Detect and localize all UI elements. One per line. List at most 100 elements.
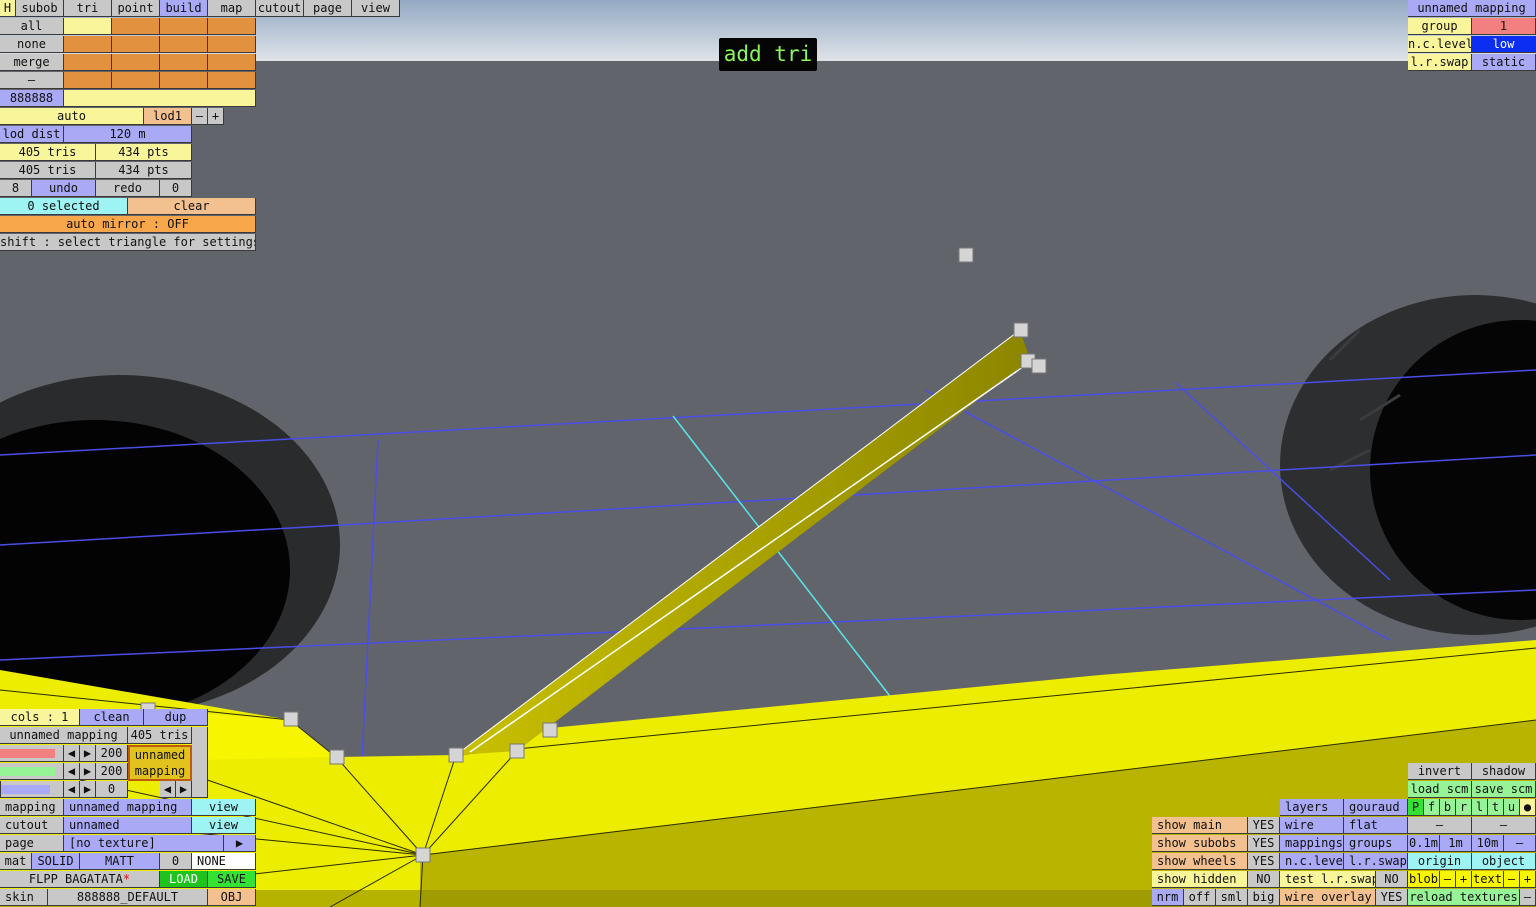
subob-slot[interactable] bbox=[64, 36, 112, 53]
show-wheels-toggle[interactable]: YES bbox=[1248, 853, 1280, 870]
flag-u-toggle[interactable]: u bbox=[1504, 799, 1520, 816]
normals-sml-button[interactable]: sml bbox=[1216, 889, 1248, 906]
flat-button[interactable]: flat bbox=[1344, 817, 1408, 834]
dash-button-1[interactable]: – bbox=[1408, 817, 1472, 834]
lod-plus-button[interactable]: + bbox=[208, 108, 224, 125]
normals-big-button[interactable]: big bbox=[1248, 889, 1280, 906]
subob-slot[interactable] bbox=[160, 72, 208, 89]
tab-build[interactable]: build bbox=[160, 0, 208, 17]
show-subobs-toggle[interactable]: YES bbox=[1248, 835, 1280, 852]
grid-1m-button[interactable]: 1m bbox=[1440, 835, 1472, 852]
tab-h[interactable]: H bbox=[0, 0, 16, 17]
show-hidden-toggle[interactable]: NO bbox=[1248, 871, 1280, 888]
subob-slot[interactable] bbox=[208, 72, 256, 89]
subob-slot[interactable] bbox=[112, 72, 160, 89]
reload-minus-button[interactable]: – bbox=[1520, 889, 1536, 906]
tab-subob[interactable]: subob bbox=[16, 0, 64, 17]
subob-slot[interactable] bbox=[160, 18, 208, 35]
gouraud-button[interactable]: gouraud bbox=[1344, 799, 1408, 816]
undo-button[interactable]: undo bbox=[32, 180, 96, 197]
lod-dist-value[interactable]: 120 m bbox=[64, 126, 192, 143]
clear-selection-button[interactable]: clear bbox=[128, 198, 256, 215]
slider-right-arrow[interactable]: ▶ bbox=[80, 745, 96, 762]
select-none-button[interactable]: none bbox=[0, 36, 64, 53]
subob-slot[interactable] bbox=[112, 18, 160, 35]
mapping-list-name[interactable]: unnamed mapping bbox=[0, 727, 128, 744]
flag-r-toggle[interactable]: r bbox=[1456, 799, 1472, 816]
subob-id[interactable]: 888888 bbox=[0, 90, 64, 107]
red-slider[interactable] bbox=[0, 745, 64, 762]
normals-nrm-button[interactable]: nrm bbox=[1152, 889, 1184, 906]
flag-l-toggle[interactable]: l bbox=[1472, 799, 1488, 816]
preview-right-arrow[interactable]: ▶ bbox=[176, 781, 192, 798]
subob-slot[interactable] bbox=[160, 54, 208, 71]
dup-button[interactable]: dup bbox=[144, 709, 208, 726]
subob-name-field[interactable] bbox=[64, 90, 256, 107]
tab-point[interactable]: point bbox=[112, 0, 160, 17]
nc-level-value[interactable]: low bbox=[1472, 36, 1536, 53]
dash-button-2[interactable]: – bbox=[1472, 817, 1536, 834]
clean-button[interactable]: clean bbox=[80, 709, 144, 726]
subob-slot[interactable] bbox=[64, 72, 112, 89]
cols-counter[interactable]: cols : 1 bbox=[0, 709, 80, 726]
invert-button[interactable]: invert bbox=[1408, 763, 1472, 780]
wire-overlay-toggle[interactable]: YES bbox=[1376, 889, 1408, 906]
3d-viewport[interactable] bbox=[0, 0, 1536, 907]
flag-p-toggle[interactable]: P bbox=[1408, 799, 1424, 816]
mat-number[interactable]: 0 bbox=[160, 853, 192, 870]
slider-left-arrow[interactable]: ◀ bbox=[64, 781, 80, 798]
tab-page[interactable]: page bbox=[304, 0, 352, 17]
tab-view[interactable]: view bbox=[352, 0, 400, 17]
flag-t-toggle[interactable]: t bbox=[1488, 799, 1504, 816]
nc-level-view-button[interactable]: n.c.level bbox=[1280, 853, 1344, 870]
tab-tri[interactable]: tri bbox=[64, 0, 112, 17]
subob-slot[interactable] bbox=[112, 54, 160, 71]
shadow-button[interactable]: shadow bbox=[1472, 763, 1536, 780]
page-select[interactable]: [no texture] bbox=[64, 835, 224, 852]
slider-left-arrow[interactable]: ◀ bbox=[64, 763, 80, 780]
wire-button[interactable]: wire bbox=[1280, 817, 1344, 834]
object-button[interactable]: object bbox=[1472, 853, 1536, 870]
blue-slider[interactable] bbox=[0, 781, 64, 798]
slider-left-arrow[interactable]: ◀ bbox=[64, 745, 80, 762]
skin-name[interactable]: 888888_DEFAULT bbox=[48, 889, 208, 906]
text-plus-button[interactable]: + bbox=[1520, 871, 1536, 888]
subob-slot[interactable] bbox=[64, 54, 112, 71]
mapping-select[interactable]: unnamed mapping bbox=[64, 799, 192, 816]
flag-dot-icon[interactable]: ● bbox=[1520, 799, 1536, 816]
mapping-view-button[interactable]: view bbox=[192, 799, 256, 816]
save-scm-button[interactable]: save scm bbox=[1472, 781, 1536, 798]
lod-minus-button[interactable]: – bbox=[192, 108, 208, 125]
show-main-toggle[interactable]: YES bbox=[1248, 817, 1280, 834]
subob-slot[interactable] bbox=[160, 36, 208, 53]
lod-level[interactable]: lod1 bbox=[144, 108, 192, 125]
load-scm-button[interactable]: load scm bbox=[1408, 781, 1472, 798]
subob-slot[interactable] bbox=[112, 36, 160, 53]
grid-10m-button[interactable]: 10m bbox=[1472, 835, 1504, 852]
subob-slot[interactable] bbox=[208, 54, 256, 71]
reload-textures-button[interactable]: reload textures bbox=[1408, 889, 1520, 906]
select-all-button[interactable]: all bbox=[0, 18, 64, 35]
slider-right-arrow[interactable]: ▶ bbox=[80, 763, 96, 780]
lod-auto-button[interactable]: auto bbox=[0, 108, 144, 125]
matt-button[interactable]: MATT bbox=[80, 853, 160, 870]
green-slider[interactable] bbox=[0, 763, 64, 780]
text-minus-button[interactable]: – bbox=[1504, 871, 1520, 888]
cutout-select[interactable]: unnamed bbox=[64, 817, 192, 834]
origin-button[interactable]: origin bbox=[1408, 853, 1472, 870]
mapping-scrollbar[interactable] bbox=[192, 727, 208, 798]
flag-f-toggle[interactable]: f bbox=[1424, 799, 1440, 816]
obj-button[interactable]: OBJ bbox=[208, 889, 256, 906]
normals-off-button[interactable]: off bbox=[1184, 889, 1216, 906]
preview-left-arrow[interactable]: ◀ bbox=[160, 781, 176, 798]
grid-minus-button[interactable]: – bbox=[1504, 835, 1536, 852]
subob-slot[interactable] bbox=[208, 36, 256, 53]
tab-map[interactable]: map bbox=[208, 0, 256, 17]
layers-button[interactable]: layers bbox=[1280, 799, 1344, 816]
mapping-name[interactable]: unnamed mapping bbox=[1408, 0, 1536, 17]
merge-button[interactable]: merge bbox=[0, 54, 64, 71]
mat-none-field[interactable]: NONE bbox=[192, 853, 256, 870]
lr-swap-view-button[interactable]: l.r.swap bbox=[1344, 853, 1408, 870]
subob-minus-button[interactable]: – bbox=[0, 72, 64, 89]
load-button[interactable]: LOAD bbox=[160, 871, 208, 888]
